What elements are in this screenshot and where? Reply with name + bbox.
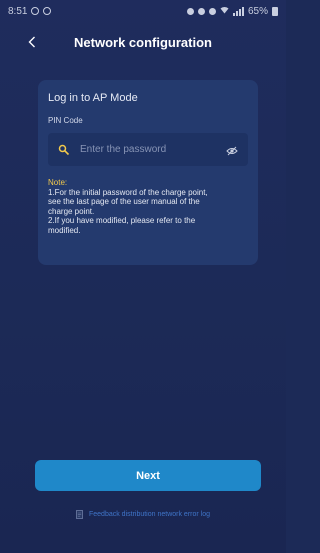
password-input[interactable]: [80, 144, 226, 155]
note-line: 1.For the initial password of the charge…: [48, 187, 208, 197]
alarm-icon: [186, 7, 194, 15]
status-time: 8:51: [8, 5, 28, 17]
chevron-left-icon: [28, 36, 35, 48]
note-label: Note:: [48, 178, 68, 187]
card-title: Log in to AP Mode: [48, 92, 138, 104]
back-button[interactable]: [22, 32, 42, 52]
key-icon: [58, 144, 70, 156]
note-line: 2.If you have modified, please refer to …: [48, 216, 196, 225]
battery-icon: [272, 6, 278, 16]
pin-code-label: PIN Code: [48, 116, 83, 125]
note: Note: 1.For the initial password of the …: [48, 178, 253, 235]
sync-icon: [43, 7, 52, 15]
eye-icon[interactable]: [226, 144, 238, 156]
signal-icon: [232, 6, 244, 16]
feedback-label[interactable]: Feedback distribution network error log: [89, 511, 210, 518]
status-right: 65%: [186, 5, 278, 17]
feedback-link[interactable]: Feedback distribution network error log: [0, 507, 286, 521]
note-line: modified.: [48, 225, 81, 235]
mute-icon: [197, 7, 205, 15]
header: Network configuration: [0, 28, 286, 56]
next-button[interactable]: Next: [35, 460, 261, 491]
notification-icon: [31, 7, 40, 15]
note-line: see the last page of the user manual of …: [48, 197, 200, 206]
password-field[interactable]: [48, 133, 248, 166]
status-left: 8:51: [8, 5, 52, 17]
ap-login-card: Log in to AP Mode PIN Code Note: 1.For t…: [38, 80, 258, 265]
status-bar: 8:51 65%: [0, 0, 286, 22]
location-icon: [208, 7, 216, 15]
battery-level: 65%: [247, 5, 268, 17]
wifi-icon: [220, 6, 229, 17]
note-line: charge point.: [48, 206, 95, 216]
document-icon: [76, 509, 83, 519]
screen: 8:51 65% Network configuration Log in to…: [0, 0, 286, 553]
page-title: Network configuration: [74, 34, 212, 50]
